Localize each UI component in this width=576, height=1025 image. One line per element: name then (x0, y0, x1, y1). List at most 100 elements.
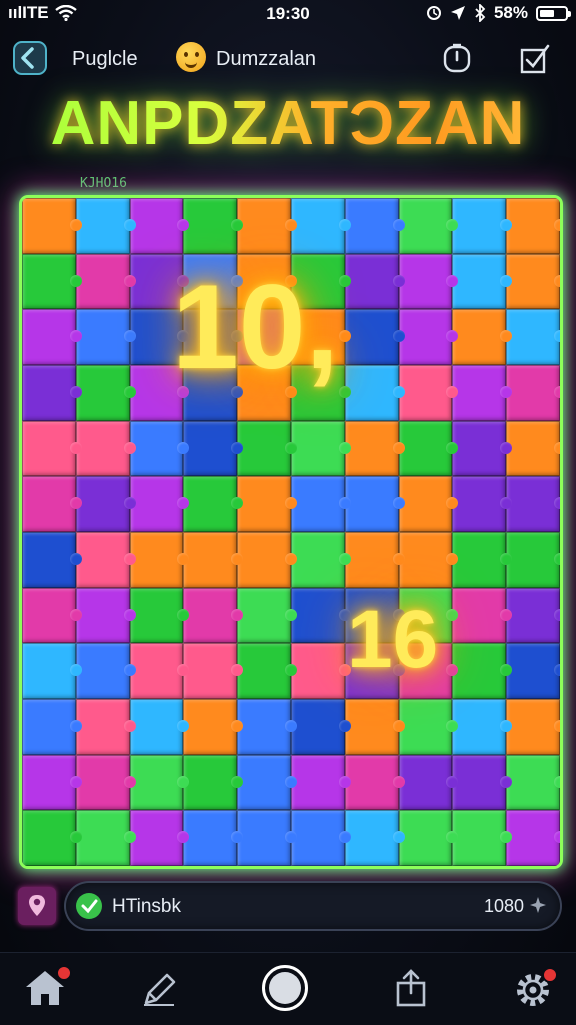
puzzle-piece[interactable] (75, 198, 136, 254)
puzzle-piece[interactable] (344, 532, 405, 588)
puzzle-piece[interactable] (22, 699, 82, 755)
puzzle-piece[interactable] (506, 643, 560, 699)
nav-home[interactable] (20, 963, 72, 1013)
puzzle-piece[interactable] (398, 754, 459, 811)
nav-share[interactable] (386, 963, 436, 1013)
puzzle-piece[interactable] (237, 699, 297, 755)
puzzle-piece[interactable] (506, 532, 560, 588)
puzzle-piece[interactable] (183, 754, 243, 811)
puzzle-piece[interactable] (129, 754, 190, 811)
hint-bar[interactable]: HTinsbk 1080 (66, 883, 560, 929)
puzzle-piece[interactable] (344, 476, 405, 532)
puzzle-piece[interactable] (22, 643, 82, 699)
puzzle-piece[interactable] (237, 754, 297, 811)
puzzle-piece[interactable] (506, 754, 560, 811)
puzzle-piece[interactable] (183, 810, 243, 866)
puzzle-piece[interactable] (22, 587, 82, 644)
puzzle-piece[interactable] (344, 420, 405, 477)
puzzle-piece[interactable] (398, 309, 459, 365)
puzzle-piece[interactable] (506, 365, 560, 421)
nav-settings[interactable] (508, 963, 558, 1013)
puzzle-piece[interactable] (506, 309, 560, 365)
puzzle-piece[interactable] (22, 365, 82, 421)
puzzle-piece[interactable] (237, 810, 297, 866)
puzzle-piece[interactable] (290, 476, 351, 532)
puzzle-piece[interactable] (22, 476, 82, 532)
puzzle-piece[interactable] (344, 699, 405, 755)
puzzle-piece[interactable] (452, 754, 512, 811)
puzzle-piece[interactable] (452, 365, 512, 421)
puzzle-piece[interactable] (452, 253, 512, 310)
puzzle-piece[interactable] (183, 420, 243, 477)
checkbox-icon[interactable] (518, 42, 552, 76)
puzzle-piece[interactable] (344, 365, 405, 421)
puzzle-piece[interactable] (183, 532, 243, 588)
puzzle-piece[interactable] (290, 532, 351, 588)
puzzle-board[interactable]: 10, 16 (22, 198, 560, 866)
puzzle-piece[interactable] (129, 532, 190, 588)
puzzle-piece[interactable] (237, 420, 297, 477)
puzzle-piece[interactable] (75, 253, 136, 310)
puzzle-piece[interactable] (237, 532, 297, 588)
puzzle-piece[interactable] (452, 532, 512, 588)
puzzle-piece[interactable] (452, 810, 512, 866)
puzzle-piece[interactable] (506, 587, 560, 644)
puzzle-piece[interactable] (398, 253, 459, 310)
puzzle-piece[interactable] (290, 699, 351, 755)
puzzle-piece[interactable] (506, 699, 560, 755)
puzzle-piece[interactable] (344, 253, 405, 310)
puzzle-piece[interactable] (75, 699, 136, 755)
puzzle-piece[interactable] (398, 476, 459, 532)
puzzle-piece[interactable] (129, 587, 190, 644)
puzzle-piece[interactable] (129, 699, 190, 755)
puzzle-piece[interactable] (22, 198, 82, 254)
puzzle-piece[interactable] (290, 420, 351, 477)
center-action-button[interactable] (262, 965, 308, 1011)
puzzle-piece[interactable] (452, 198, 512, 254)
puzzle-piece[interactable] (75, 587, 136, 644)
puzzle-piece[interactable] (398, 699, 459, 755)
puzzle-piece[interactable] (75, 365, 136, 421)
puzzle-piece[interactable] (129, 643, 190, 699)
puzzle-piece[interactable] (129, 810, 190, 866)
puzzle-piece[interactable] (183, 587, 243, 644)
puzzle-piece[interactable] (22, 532, 82, 588)
puzzle-piece[interactable] (398, 365, 459, 421)
puzzle-piece[interactable] (452, 587, 512, 644)
puzzle-piece[interactable] (22, 253, 82, 310)
puzzle-piece[interactable] (129, 198, 190, 254)
puzzle-piece[interactable] (75, 810, 136, 866)
puzzle-piece[interactable] (22, 754, 82, 811)
puzzle-piece[interactable] (344, 810, 405, 866)
puzzle-piece[interactable] (237, 198, 297, 254)
puzzle-piece[interactable] (506, 810, 560, 866)
puzzle-piece[interactable] (290, 810, 351, 866)
puzzle-piece[interactable] (129, 476, 190, 532)
puzzle-piece[interactable] (506, 253, 560, 310)
pin-button[interactable] (18, 887, 56, 925)
puzzle-piece[interactable] (506, 198, 560, 254)
puzzle-piece[interactable] (398, 420, 459, 477)
puzzle-piece[interactable] (22, 420, 82, 477)
puzzle-piece[interactable] (344, 309, 405, 365)
timer-icon[interactable] (440, 42, 474, 76)
puzzle-piece[interactable] (398, 532, 459, 588)
puzzle-piece[interactable] (398, 198, 459, 254)
puzzle-piece[interactable] (22, 309, 82, 365)
puzzle-piece[interactable] (452, 309, 512, 365)
puzzle-piece[interactable] (452, 699, 512, 755)
puzzle-piece[interactable] (75, 643, 136, 699)
puzzle-piece[interactable] (452, 643, 512, 699)
puzzle-piece[interactable] (75, 309, 136, 365)
puzzle-piece[interactable] (506, 476, 560, 532)
puzzle-piece[interactable] (344, 198, 405, 254)
puzzle-piece[interactable] (452, 476, 512, 532)
puzzle-piece[interactable] (237, 476, 297, 532)
back-icon[interactable] (12, 40, 48, 76)
puzzle-piece[interactable] (183, 476, 243, 532)
puzzle-piece[interactable] (237, 587, 297, 644)
puzzle-piece[interactable] (290, 587, 351, 644)
puzzle-piece[interactable] (75, 476, 136, 532)
puzzle-piece[interactable] (237, 643, 297, 699)
puzzle-piece[interactable] (183, 699, 243, 755)
